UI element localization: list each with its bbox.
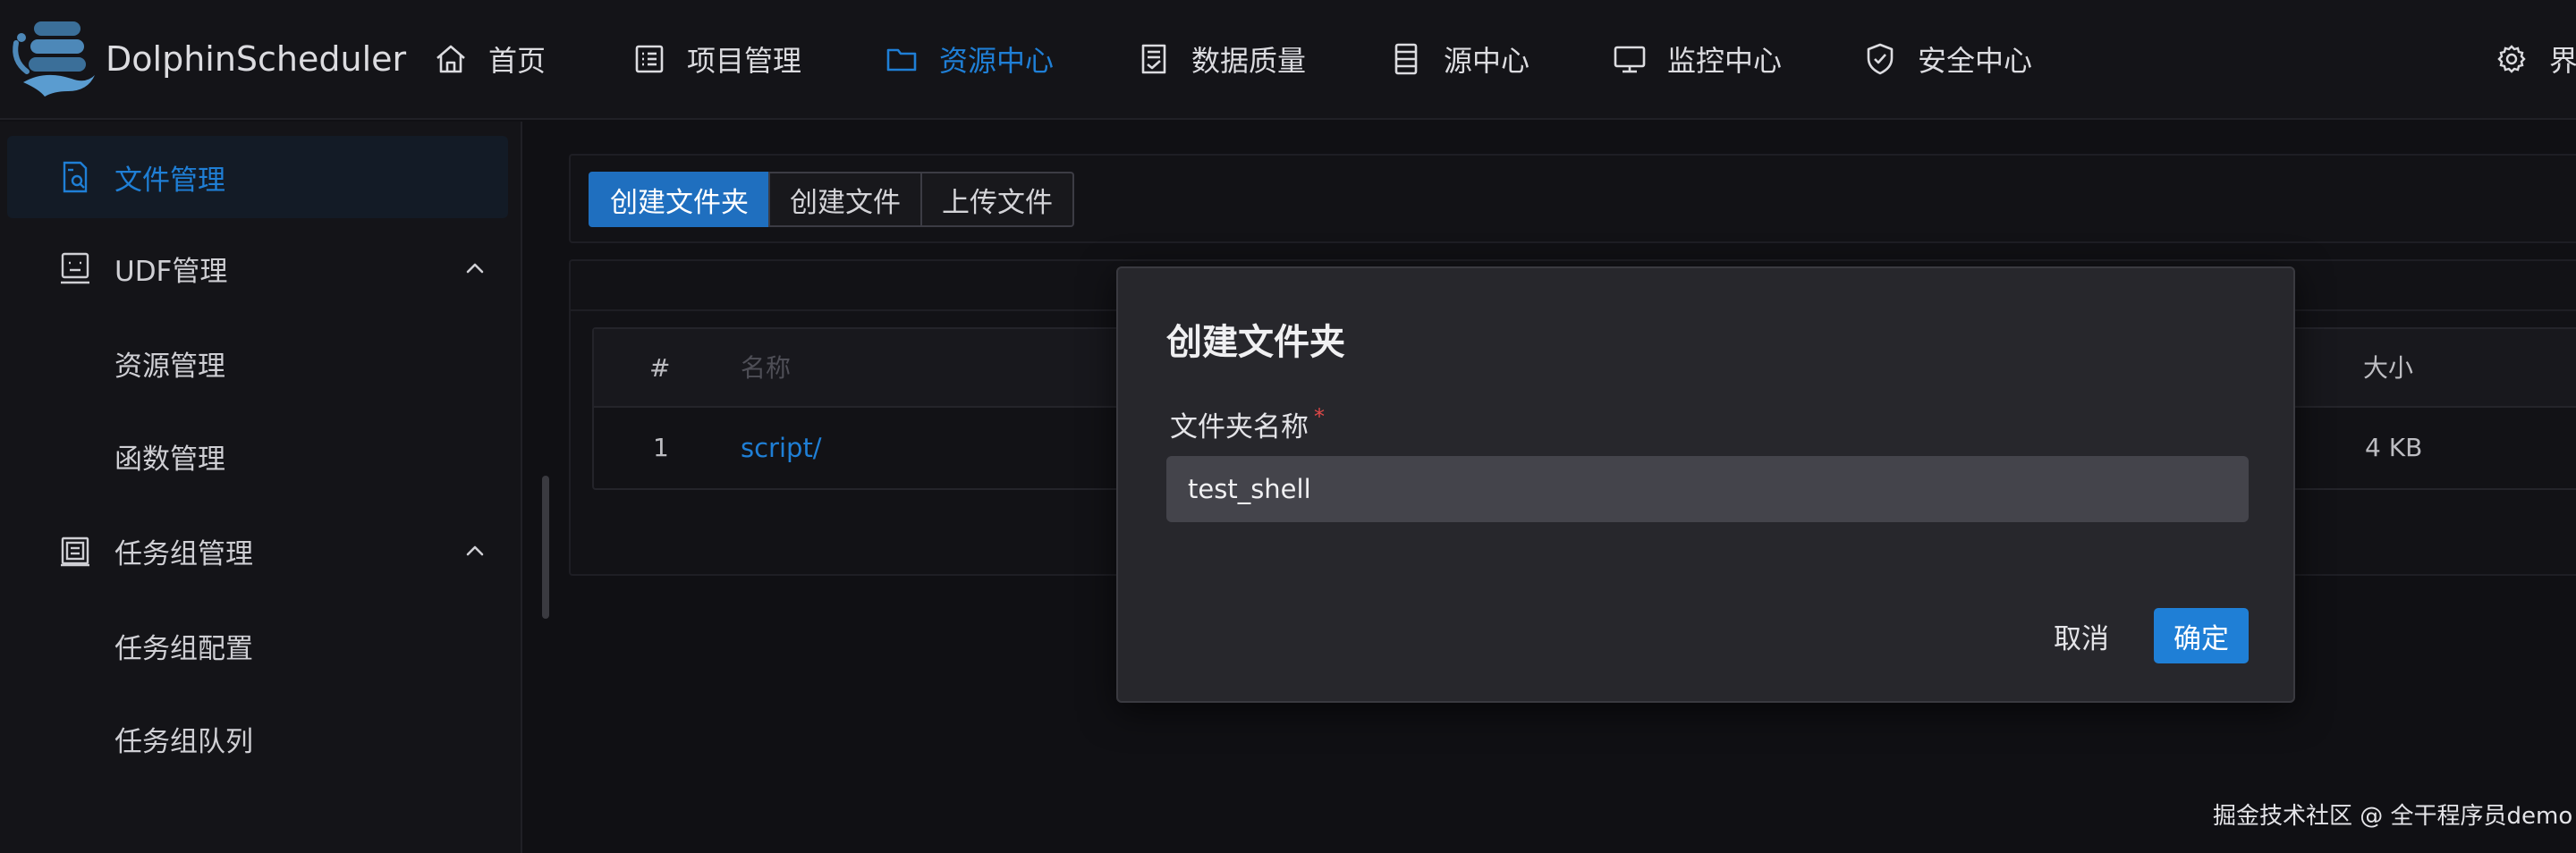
gear-icon xyxy=(2494,41,2529,77)
nav-project-label: 项目管理 xyxy=(687,44,802,78)
toolbar: 创建文件夹 创建文件 上传文件 xyxy=(569,154,2576,243)
confirm-button[interactable]: 确定 xyxy=(2154,608,2249,663)
shield-icon xyxy=(1862,41,1898,77)
folder-name-input[interactable] xyxy=(1166,456,2249,522)
monitor-icon xyxy=(1612,41,1648,77)
row-index: 1 xyxy=(653,433,669,462)
column-header-index: # xyxy=(649,353,671,383)
settings-label: 界面 xyxy=(2549,44,2576,78)
sidebar-item-resource-manage[interactable]: 资源管理 xyxy=(7,322,508,404)
project-icon xyxy=(631,41,667,77)
sidebar-item-label: 任务组配置 xyxy=(114,632,253,665)
sidebar-item-udf[interactable]: UDF管理 xyxy=(7,227,508,309)
chevron-up-icon[interactable] xyxy=(462,537,488,564)
nav-datasource[interactable]: 源中心 xyxy=(1388,30,1530,88)
watermark: 掘金技术社区 @ 全干程序员demo xyxy=(2213,803,2573,830)
nav-resource-center-label: 资源中心 xyxy=(939,44,1055,78)
create-folder-button[interactable]: 创建文件夹 xyxy=(589,172,770,227)
sidebar-item-task-group-queue[interactable]: 任务组队列 xyxy=(7,697,508,780)
folder-name-label-text: 文件夹名称 xyxy=(1170,411,1309,443)
sidebar: 文件管理 UDF管理 资源管理 函数管理 任务组管理 任务组配置 任务组队列 xyxy=(0,122,522,853)
folder-name-label: 文件夹名称 * xyxy=(1170,404,1325,444)
datasource-icon xyxy=(1388,41,1424,77)
dolphin-logo[interactable] xyxy=(9,16,98,102)
sidebar-item-task-group[interactable]: 任务组管理 xyxy=(7,510,508,592)
sidebar-scrollbar[interactable] xyxy=(542,476,549,619)
chevron-up-icon[interactable] xyxy=(462,255,488,282)
nav-home-label: 首页 xyxy=(488,44,547,78)
toolbar-button-group: 创建文件夹 创建文件 上传文件 xyxy=(589,172,1074,227)
nav-resource-center[interactable]: 资源中心 xyxy=(884,30,1054,88)
sidebar-item-label: 任务组管理 xyxy=(114,537,253,570)
column-header-size[interactable]: 大小 xyxy=(2363,329,2413,408)
brand-name[interactable]: DolphinScheduler xyxy=(106,36,406,82)
sidebar-item-function-manage[interactable]: 函数管理 xyxy=(7,415,508,497)
sidebar-item-task-group-config[interactable]: 任务组配置 xyxy=(7,604,508,687)
task-group-icon xyxy=(57,533,93,569)
home-icon xyxy=(433,41,469,77)
sidebar-item-label: 函数管理 xyxy=(114,443,225,476)
folder-icon xyxy=(884,41,919,77)
top-nav-bar: DolphinScheduler 首页 项目管理 资源中心 数据质量 源中心 监… xyxy=(0,0,2576,120)
row-size: 4 KB xyxy=(2365,433,2423,462)
nav-datasource-label: 源中心 xyxy=(1444,44,1530,78)
sidebar-item-label: 资源管理 xyxy=(114,350,225,383)
column-header-name[interactable]: 名称 xyxy=(741,329,791,408)
nav-monitor-label: 监控中心 xyxy=(1667,44,1783,78)
settings-menu[interactable]: 界面 xyxy=(2494,30,2576,88)
nav-data-quality[interactable]: 数据质量 xyxy=(1136,30,1306,88)
folder-link[interactable]: script/ xyxy=(741,408,822,488)
nav-data-quality-label: 数据质量 xyxy=(1191,44,1307,78)
create-folder-dialog: 创建文件夹 文件夹名称* 取消 确定 xyxy=(1116,266,2295,703)
required-mark: * xyxy=(1314,404,1325,429)
nav-security[interactable]: 安全中心 xyxy=(1862,30,2032,88)
dialog-title: 创建文件夹 xyxy=(1166,322,1345,363)
app-root: DolphinScheduler 首页 项目管理 资源中心 数据质量 源中心 监… xyxy=(0,0,2576,853)
sidebar-item-file-manage[interactable]: 文件管理 xyxy=(7,136,508,218)
udf-icon xyxy=(57,250,93,286)
sidebar-item-label: 文件管理 xyxy=(114,164,225,197)
nav-security-label: 安全中心 xyxy=(1918,44,2033,78)
upload-file-button[interactable]: 上传文件 xyxy=(920,172,1074,227)
sidebar-item-label: UDF管理 xyxy=(114,255,228,288)
file-manage-icon xyxy=(57,159,93,195)
nav-home[interactable]: 首页 xyxy=(433,30,546,88)
cancel-button[interactable]: 取消 xyxy=(2041,608,2122,663)
create-file-button[interactable]: 创建文件 xyxy=(768,172,922,227)
nav-project[interactable]: 项目管理 xyxy=(631,30,801,88)
nav-monitor[interactable]: 监控中心 xyxy=(1612,30,1782,88)
data-quality-icon xyxy=(1136,41,1172,77)
sidebar-item-label: 任务组队列 xyxy=(114,725,253,758)
